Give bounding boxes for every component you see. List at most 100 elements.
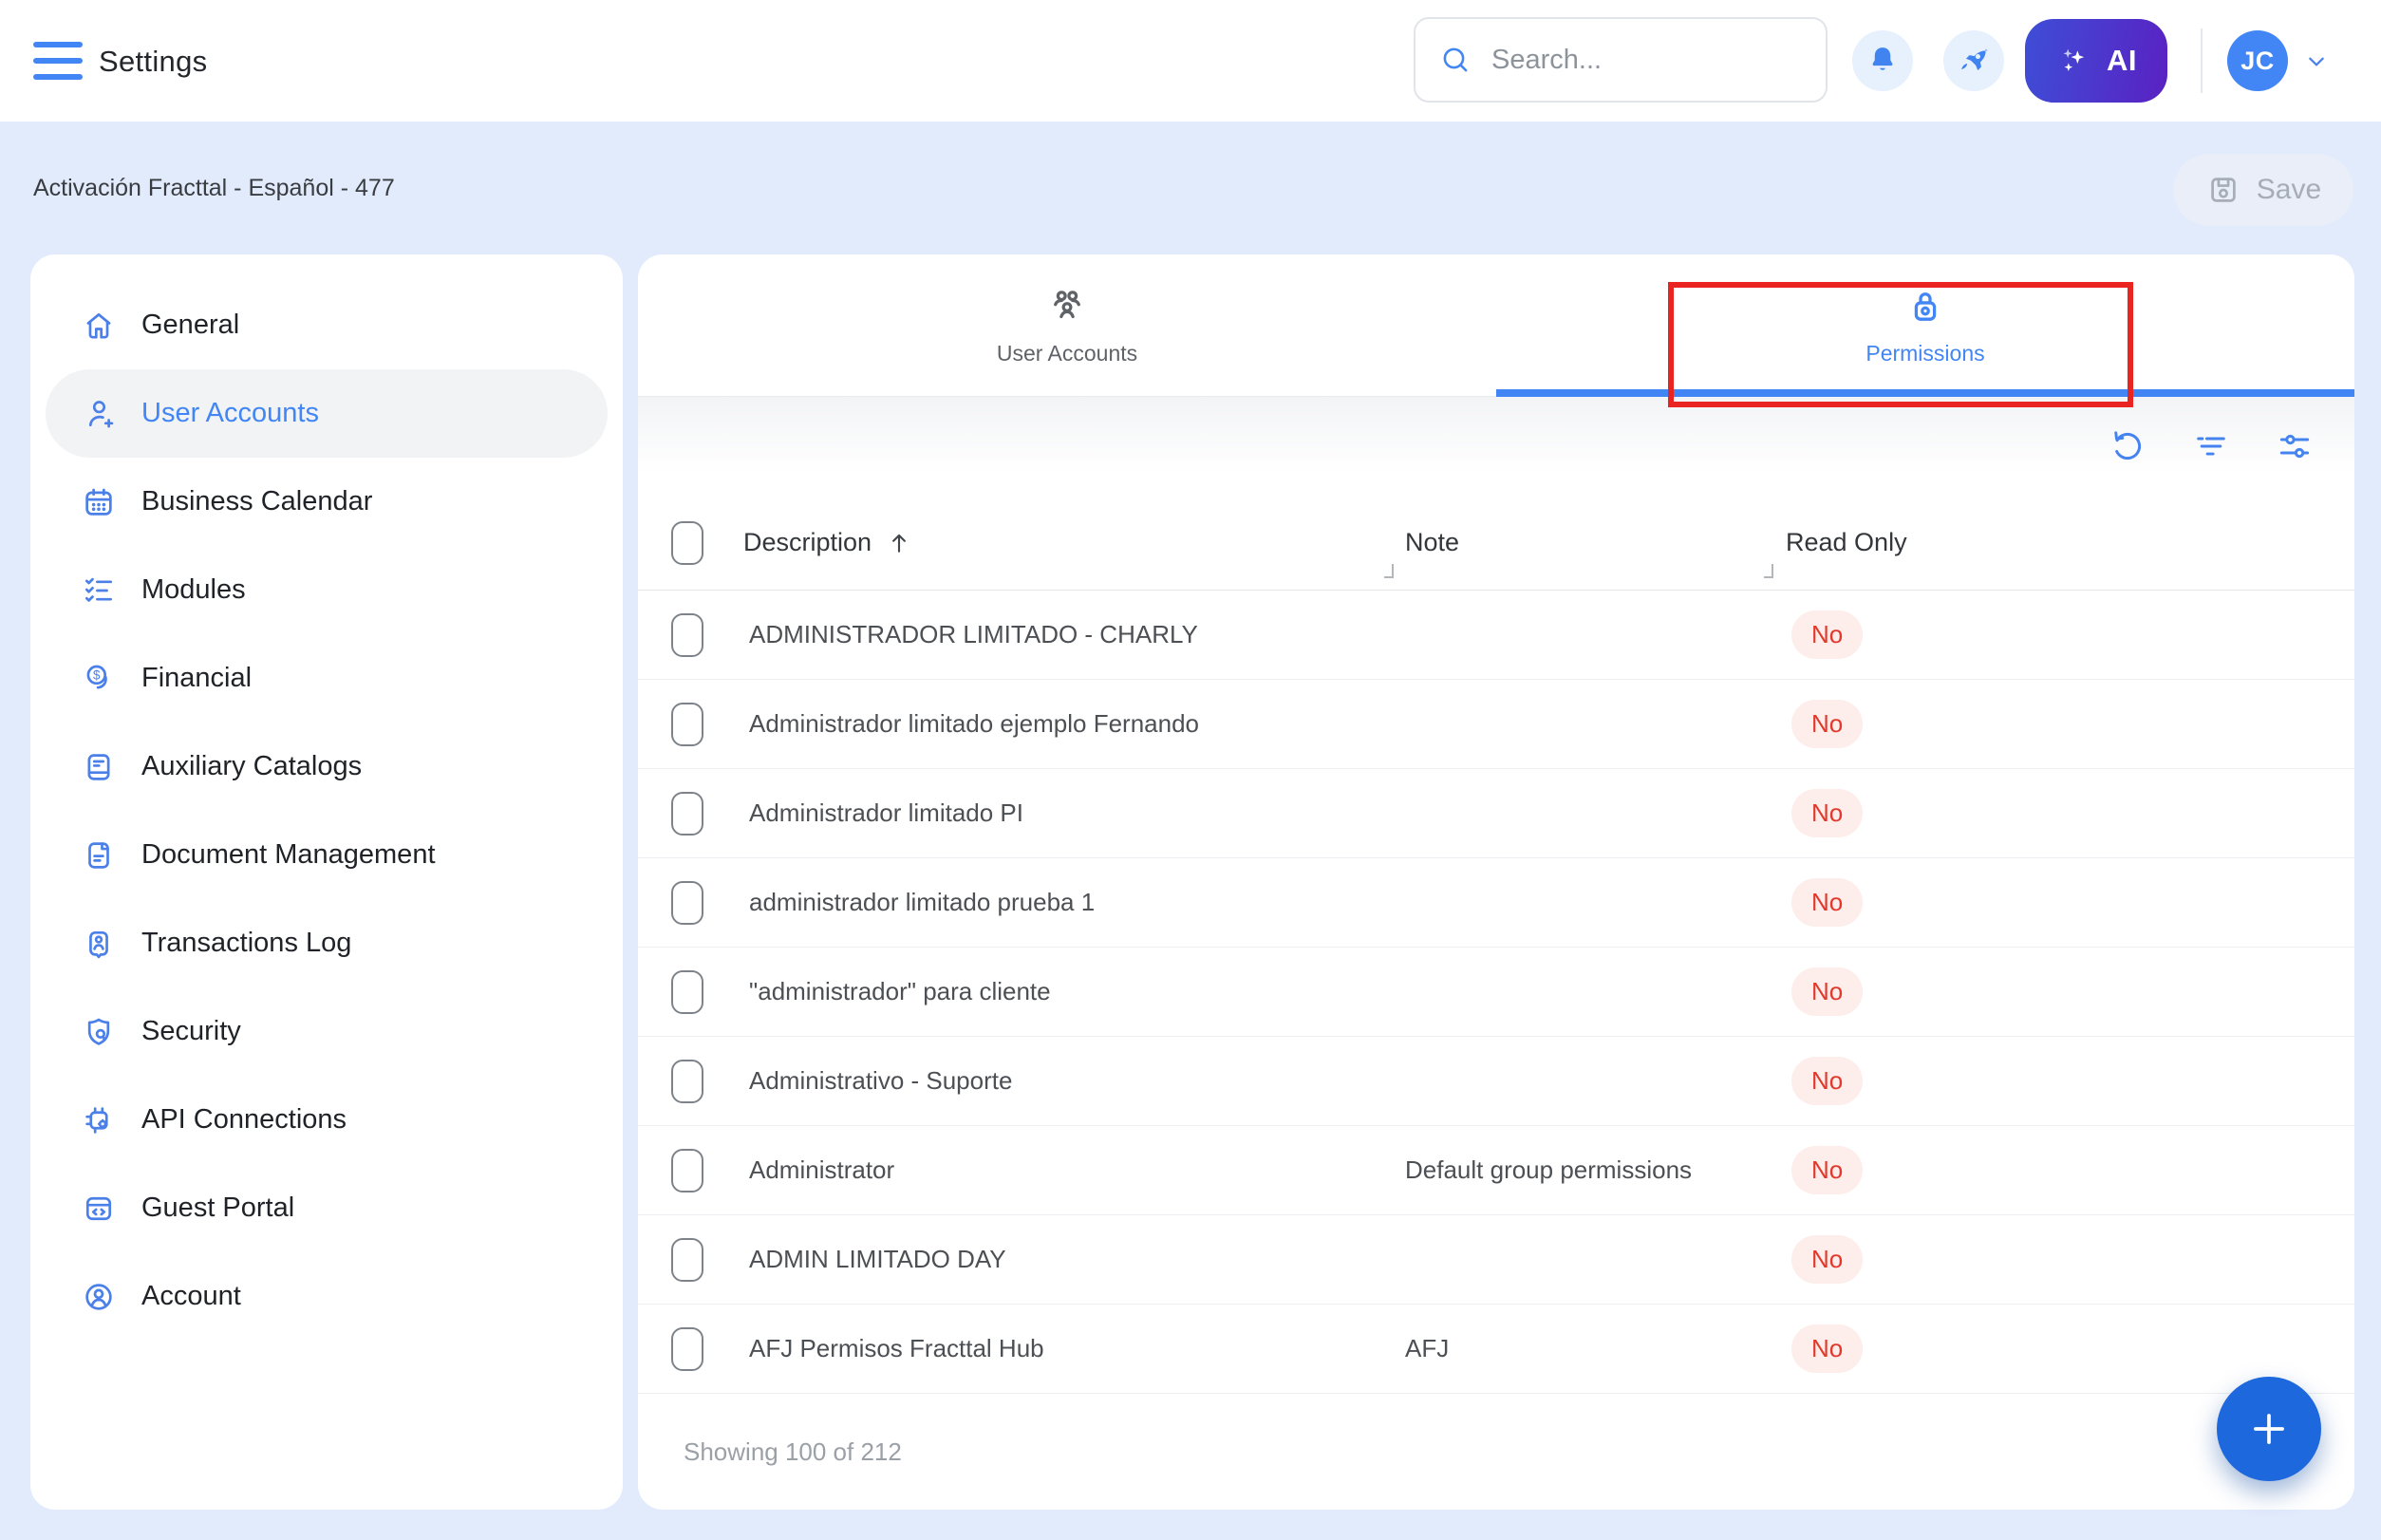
column-settings-button[interactable]: [2275, 426, 2315, 466]
row-checkbox[interactable]: [671, 1327, 703, 1371]
sidebar-item-label: Business Calendar: [141, 486, 372, 517]
avatar[interactable]: JC: [2227, 30, 2288, 91]
notifications-button[interactable]: [1852, 30, 1913, 91]
search-box[interactable]: [1414, 17, 1828, 103]
breadcrumb: Activación Fracttal - Español - 477: [33, 175, 395, 202]
row-checkbox[interactable]: [671, 792, 703, 836]
sidebar-item-label: API Connections: [141, 1104, 347, 1136]
sidebar-item-label: User Accounts: [141, 398, 319, 429]
sidebar-item-label: Auxiliary Catalogs: [141, 751, 362, 782]
topbar-divider: [2201, 28, 2203, 93]
home-icon: [81, 308, 117, 344]
cell-description: administrador limitado prueba 1: [743, 888, 1405, 917]
tab-bar: User Accounts Permissions: [638, 254, 2354, 397]
active-tab-indicator: [1496, 389, 2354, 397]
row-checkbox[interactable]: [671, 1060, 703, 1103]
account-icon: [81, 1279, 117, 1315]
row-checkbox[interactable]: [671, 1149, 703, 1193]
column-header-note[interactable]: Note: [1405, 528, 1786, 557]
whats-new-button[interactable]: [1943, 30, 2004, 91]
search-input[interactable]: [1490, 44, 1803, 77]
sidebar-item-label: Document Management: [141, 839, 436, 871]
row-checkbox[interactable]: [671, 703, 703, 746]
read-only-badge: No: [1791, 878, 1863, 927]
table-row[interactable]: ADMIN LIMITADO DAY No: [638, 1215, 2354, 1305]
sidebar-item-security[interactable]: Security: [46, 987, 608, 1076]
sidebar-item-guest-portal[interactable]: Guest Portal: [46, 1164, 608, 1252]
filter-button[interactable]: [2191, 426, 2231, 466]
table-row[interactable]: Administrativo - Suporte No: [638, 1037, 2354, 1126]
column-header-read-only[interactable]: Read Only: [1786, 528, 2354, 557]
sidebar-item-transactions-log[interactable]: Transactions Log: [46, 899, 608, 987]
read-only-badge: No: [1791, 700, 1863, 748]
sidebar-item-user-accounts[interactable]: User Accounts: [46, 369, 608, 458]
read-only-badge: No: [1791, 1146, 1863, 1194]
user-add-icon: [81, 396, 117, 432]
table-toolbar: [638, 397, 2354, 496]
read-only-badge: No: [1791, 789, 1863, 837]
save-button[interactable]: Save: [2173, 154, 2353, 226]
table-row[interactable]: ADMINISTRADOR LIMITADO - CHARLY No: [638, 591, 2354, 680]
add-permission-button[interactable]: [2217, 1377, 2321, 1481]
column-resize-handle[interactable]: [1384, 564, 1394, 578]
save-button-label: Save: [2257, 174, 2321, 206]
sidebar-item-account[interactable]: Account: [46, 1252, 608, 1341]
refresh-icon: [2108, 426, 2147, 466]
sidebar-item-label: Guest Portal: [141, 1193, 294, 1224]
svg-text:$: $: [93, 667, 101, 682]
table-row[interactable]: administrador limitado prueba 1 No: [638, 858, 2354, 948]
sidebar-item-modules[interactable]: Modules: [46, 546, 608, 634]
checklist-icon: [81, 573, 117, 609]
settings-page: Settings AI JC Activación Fracttal - Esp…: [0, 0, 2381, 1540]
sidebar-item-document-management[interactable]: Document Management: [46, 811, 608, 899]
sidebar-item-financial[interactable]: $ Financial: [46, 634, 608, 723]
sidebar-item-auxiliary-catalogs[interactable]: Auxiliary Catalogs: [46, 723, 608, 811]
read-only-badge: No: [1791, 1057, 1863, 1105]
calendar-icon: [81, 484, 117, 520]
table-row[interactable]: AFJ Permisos Fracttal Hub AFJ No: [638, 1305, 2354, 1394]
sidebar-item-general[interactable]: General: [46, 281, 608, 369]
table-body: ADMINISTRADOR LIMITADO - CHARLY No Admin…: [638, 591, 2354, 1394]
top-bar: Settings AI JC: [0, 0, 2381, 122]
sidebar-item-api-connections[interactable]: API Connections: [46, 1076, 608, 1164]
ai-assistant-button[interactable]: AI: [2025, 19, 2167, 103]
row-checkbox[interactable]: [671, 881, 703, 925]
column-header-description[interactable]: Description: [743, 528, 1405, 557]
chip-icon: [81, 1102, 117, 1138]
sparkles-icon: [2055, 42, 2093, 80]
read-only-badge: No: [1791, 1235, 1863, 1284]
table-row[interactable]: Administrador limitado PI No: [638, 769, 2354, 858]
sidebar-item-label: Financial: [141, 663, 252, 694]
read-only-badge: No: [1791, 967, 1863, 1016]
sidebar-item-label: General: [141, 310, 239, 341]
tab-user-accounts[interactable]: User Accounts: [638, 254, 1496, 396]
row-checkbox[interactable]: [671, 613, 703, 657]
refresh-button[interactable]: [2108, 426, 2147, 466]
column-resize-handle[interactable]: [1764, 564, 1773, 578]
sidebar-item-business-calendar[interactable]: Business Calendar: [46, 458, 608, 546]
cell-description: Administrativo - Suporte: [743, 1066, 1405, 1096]
cell-description: "administrador" para cliente: [743, 977, 1405, 1006]
tab-label: User Accounts: [997, 341, 1137, 366]
cell-description: Administrador limitado ejemplo Fernando: [743, 709, 1405, 739]
plus-icon: [2244, 1404, 2294, 1454]
read-only-badge: No: [1791, 1324, 1863, 1373]
select-all-checkbox[interactable]: [671, 521, 703, 565]
search-icon: [1438, 43, 1472, 77]
table-row[interactable]: Administrador limitado ejemplo Fernando …: [638, 680, 2354, 769]
hamburger-menu-icon[interactable]: [33, 42, 83, 80]
sort-ascending-icon: [885, 529, 913, 557]
table-row[interactable]: Administrator Default group permissions …: [638, 1126, 2354, 1215]
cell-description: ADMIN LIMITADO DAY: [743, 1245, 1405, 1274]
row-checkbox[interactable]: [671, 1238, 703, 1282]
table-row[interactable]: "administrador" para cliente No: [638, 948, 2354, 1037]
sidebar-item-label: Security: [141, 1016, 241, 1047]
lock-icon: [1903, 284, 1947, 328]
sidebar-item-label: Modules: [141, 574, 246, 606]
floppy-icon: [2205, 172, 2241, 208]
column-header-label: Description: [743, 528, 872, 557]
row-checkbox[interactable]: [671, 970, 703, 1014]
tab-permissions[interactable]: Permissions: [1496, 254, 2354, 396]
cell-note: AFJ: [1405, 1334, 1786, 1363]
chevron-down-icon[interactable]: [2301, 47, 2332, 77]
